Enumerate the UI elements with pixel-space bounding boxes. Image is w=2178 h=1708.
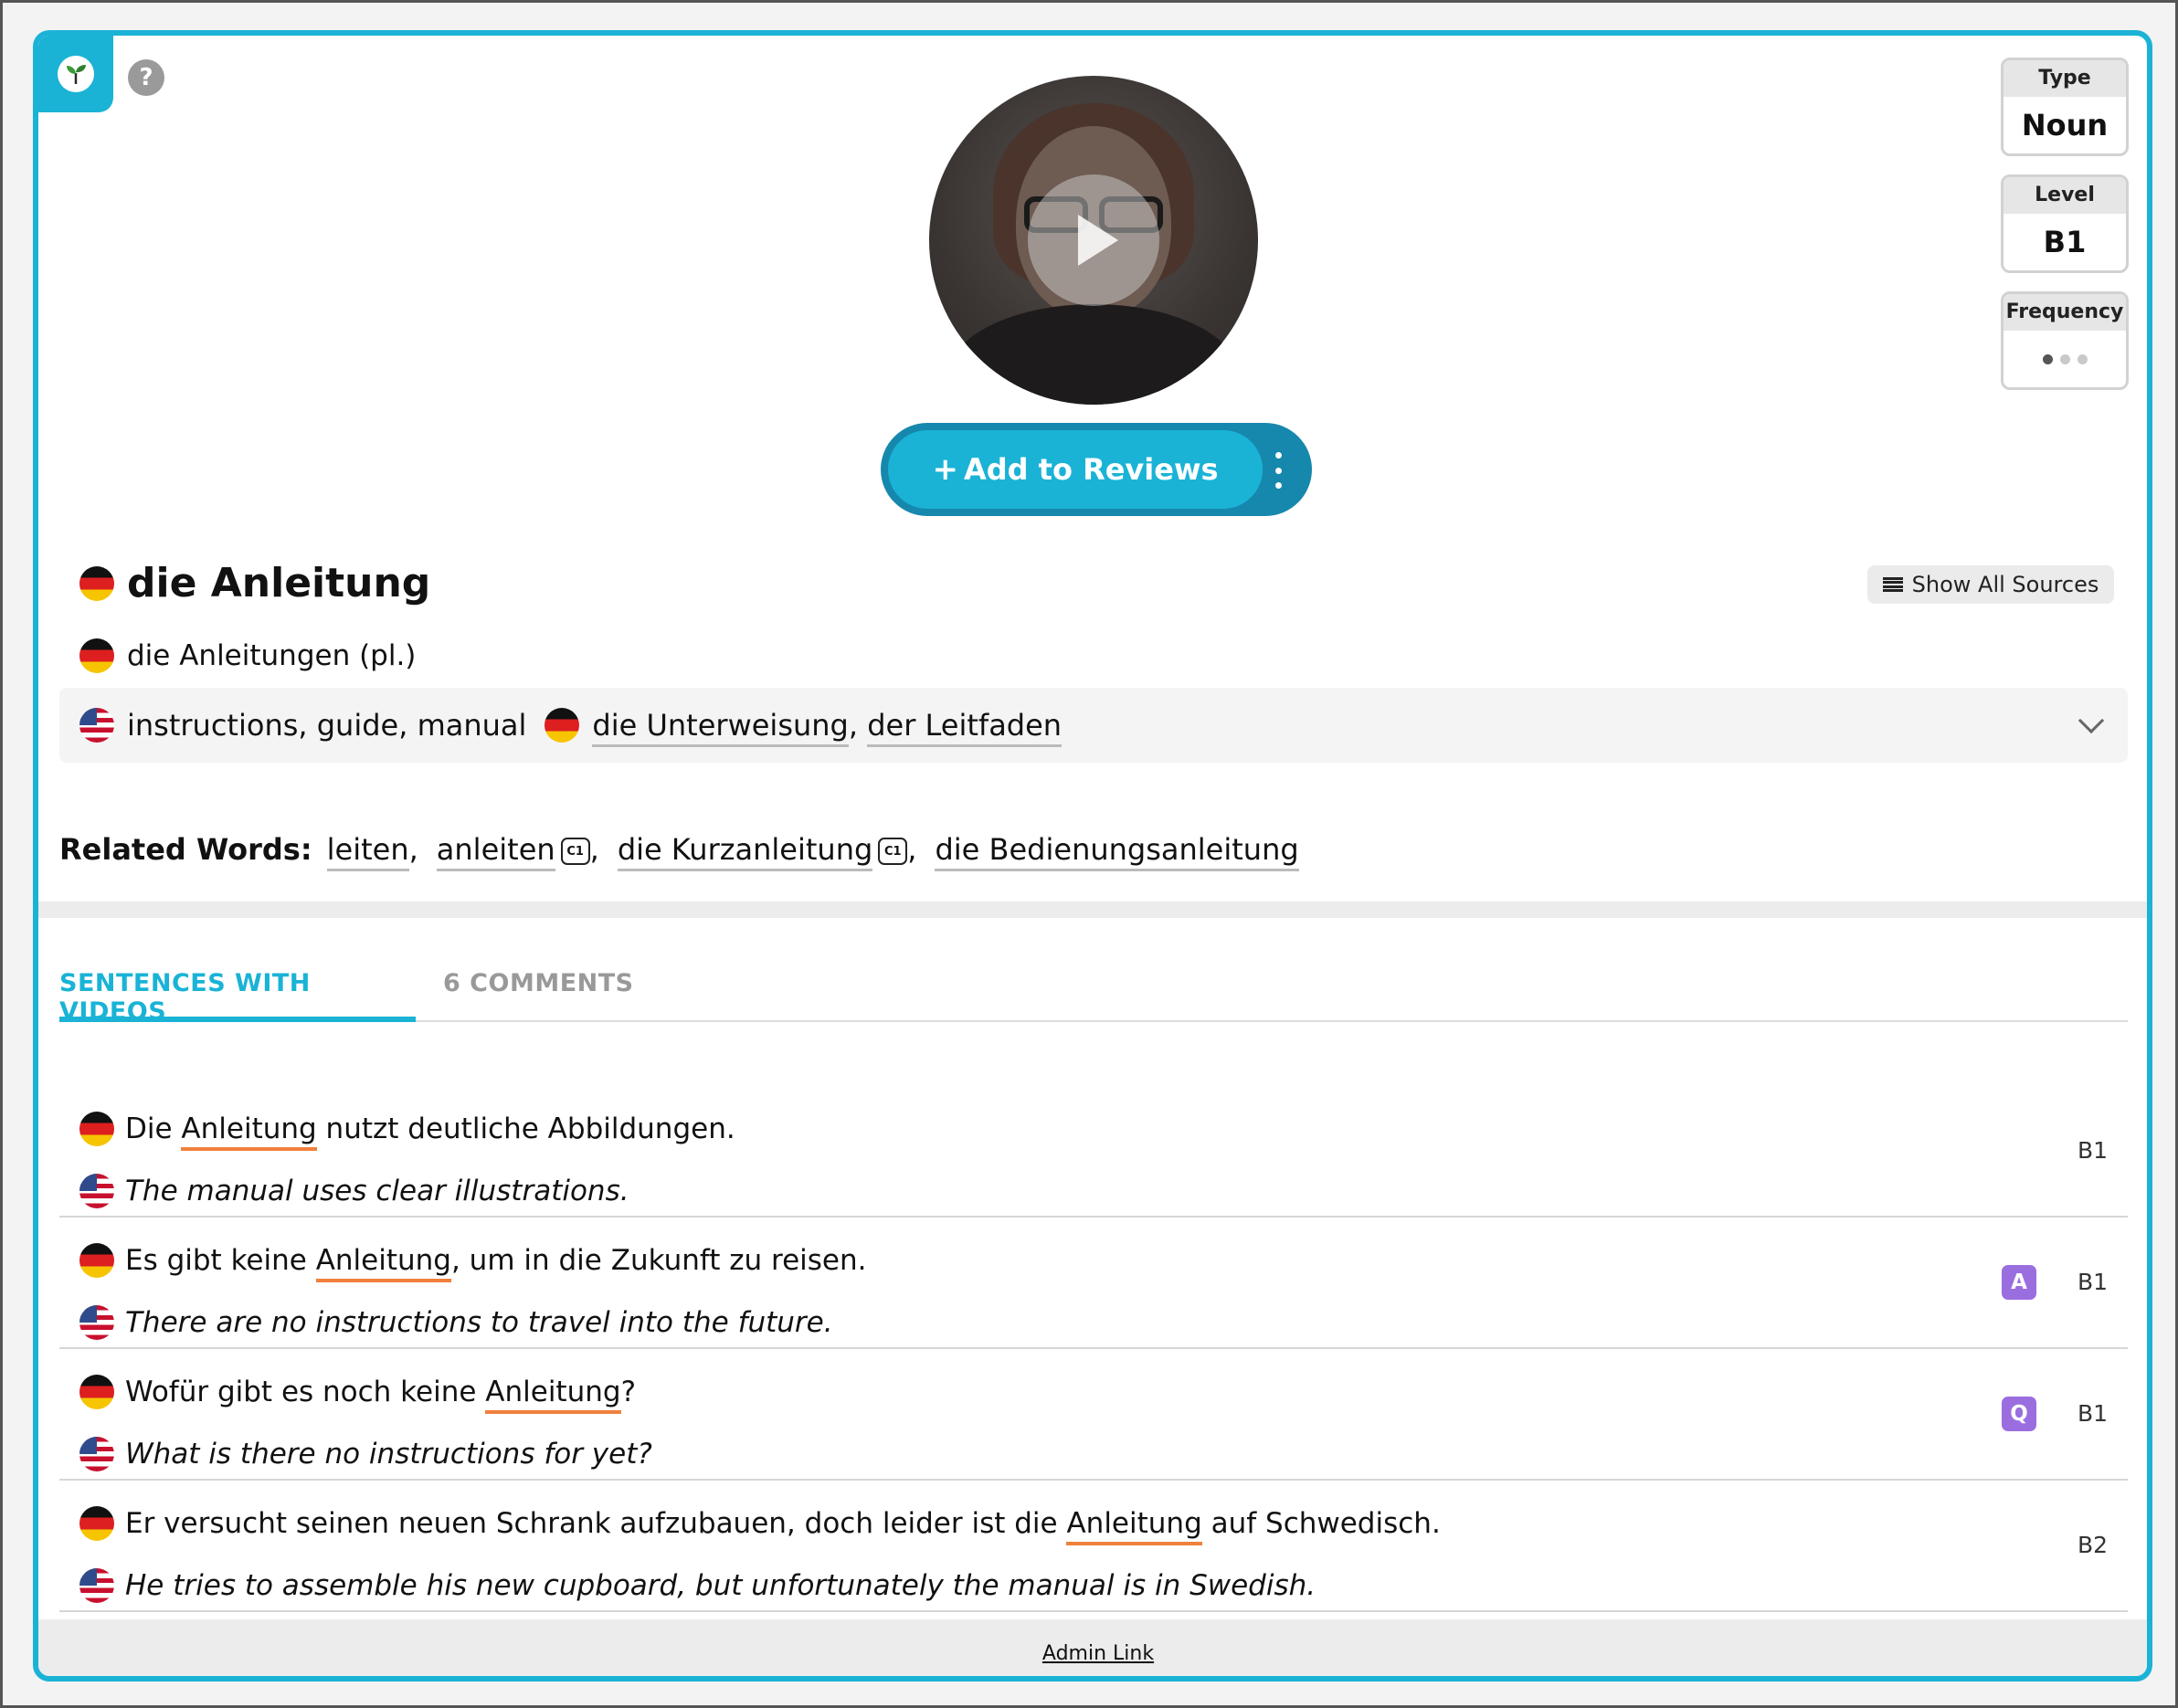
sentence-row[interactable]: Es gibt keine Anleitung, um in die Zukun… xyxy=(59,1218,2128,1349)
german-flag-icon xyxy=(79,565,114,601)
level-badge: C1 xyxy=(560,838,590,865)
translation-text: instructions, guide, manual xyxy=(127,708,527,743)
level-box: Level B1 xyxy=(2001,174,2129,273)
sentence-english: The manual uses clear illustrations. xyxy=(79,1174,629,1208)
sprout-icon xyxy=(58,56,94,92)
sentence-row[interactable]: Er versucht seinen neuen Schrank aufzuba… xyxy=(59,1481,2128,1612)
sentence-english: He tries to assemble his new cupboard, b… xyxy=(79,1568,1316,1603)
level-label: Level xyxy=(2004,177,2126,214)
german-flag-icon xyxy=(79,1243,114,1278)
highlighted-word: Anleitung xyxy=(1066,1507,1202,1545)
level-badge: C1 xyxy=(878,838,908,865)
play-icon[interactable] xyxy=(1028,174,1159,306)
german-flag-icon xyxy=(544,708,580,743)
admin-link[interactable]: Admin Link xyxy=(1042,1642,1154,1665)
section-divider xyxy=(38,901,2147,918)
sentence-german: Er versucht seinen neuen Schrank aufzuba… xyxy=(79,1506,1441,1545)
footer: Admin Link xyxy=(38,1619,2147,1676)
add-to-reviews-group: + Add to Reviews xyxy=(881,423,1312,516)
highlighted-word: Anleitung xyxy=(315,1244,451,1282)
german-flag-icon xyxy=(79,638,114,673)
sentence-level: B2 xyxy=(2077,1532,2108,1558)
us-flag-icon xyxy=(79,708,114,743)
type-box: Type Noun xyxy=(2001,58,2129,156)
add-to-reviews-label: Add to Reviews xyxy=(963,452,1219,487)
related-words-label: Related Words: xyxy=(59,832,312,867)
page: ? + Add to Reviews Type Noun Level B1 Fr… xyxy=(0,0,2178,1708)
related-word-link[interactable]: anleiten xyxy=(436,832,555,871)
german-flag-icon xyxy=(79,1506,114,1541)
german-flag-icon xyxy=(79,1375,114,1409)
avatar-shirt xyxy=(947,304,1240,405)
us-flag-icon xyxy=(79,1305,114,1340)
frequency-dots xyxy=(2004,331,2126,387)
sentence-level: B1 xyxy=(2077,1137,2108,1164)
frequency-box: Frequency xyxy=(2001,291,2129,390)
us-flag-icon xyxy=(79,1174,114,1208)
sentence-german: Die Anleitung nutzt deutliche Abbildunge… xyxy=(79,1112,735,1151)
help-icon[interactable]: ? xyxy=(128,59,164,96)
type-value: Noun xyxy=(2021,108,2109,142)
synonym-link[interactable]: der Leitfaden xyxy=(867,708,1063,747)
frequency-label: Frequency xyxy=(2004,294,2126,331)
sentence-english: There are no instructions to travel into… xyxy=(79,1305,833,1340)
show-all-sources-label: Show All Sources xyxy=(1911,572,2099,597)
plural-row: die Anleitungen (pl.) xyxy=(79,638,416,673)
us-flag-icon xyxy=(79,1437,114,1471)
synonym-link[interactable]: die Unterweisung xyxy=(592,708,849,747)
sentence-badge[interactable]: A xyxy=(2002,1265,2036,1300)
tab-sentences-with-videos[interactable]: SENTENCES WITH VIDEOS xyxy=(59,958,416,1026)
sentence-german: Es gibt keine Anleitung, um in die Zukun… xyxy=(79,1243,867,1282)
sentence-german: Wofür gibt es noch keine Anleitung? xyxy=(79,1375,636,1414)
related-word-link[interactable]: die Kurzanleitung xyxy=(617,832,873,871)
level-value: B1 xyxy=(2043,225,2087,259)
list-icon xyxy=(1882,577,1903,592)
us-flag-icon xyxy=(79,1568,114,1603)
sentence-badge[interactable]: Q xyxy=(2002,1397,2036,1431)
type-label: Type xyxy=(2004,60,2126,97)
tab-bar: SENTENCES WITH VIDEOS 6 COMMENTS xyxy=(59,958,2128,1026)
frequency-dot xyxy=(2077,353,2088,364)
german-flag-icon xyxy=(79,1112,114,1146)
frequency-dot xyxy=(2059,353,2070,364)
headword: die Anleitung xyxy=(127,560,431,606)
video-avatar[interactable] xyxy=(929,76,1258,405)
sentence-row[interactable]: Die Anleitung nutzt deutliche Abbildunge… xyxy=(59,1086,2128,1218)
add-to-reviews-button[interactable]: + Add to Reviews xyxy=(888,430,1263,509)
related-words: Related Words: leiten, anleiten C1, die K… xyxy=(59,832,1299,871)
highlighted-word: Anleitung xyxy=(181,1112,317,1151)
plus-icon: + xyxy=(932,451,958,488)
corner-badge xyxy=(38,36,113,112)
related-word-link[interactable]: die Bedienungsanleitung xyxy=(935,832,1299,871)
word-card: ? + Add to Reviews Type Noun Level B1 Fr… xyxy=(33,30,2152,1682)
chevron-down-icon[interactable] xyxy=(2078,707,2105,734)
sentence-english: What is there no instructions for yet? xyxy=(79,1437,652,1471)
sentence-level: B1 xyxy=(2077,1400,2108,1427)
headword-row: die Anleitung xyxy=(79,560,430,606)
tab-comments[interactable]: 6 COMMENTS xyxy=(443,958,634,1022)
translation-bar[interactable]: instructions, guide, manual die Unterwei… xyxy=(59,688,2128,763)
sentence-level: B1 xyxy=(2077,1269,2108,1295)
kebab-icon[interactable] xyxy=(1274,452,1283,489)
sentence-row[interactable]: Wofür gibt es noch keine Anleitung? What… xyxy=(59,1349,2128,1481)
frequency-dot xyxy=(2042,353,2053,364)
plural-form: die Anleitungen (pl.) xyxy=(127,639,417,672)
show-all-sources-button[interactable]: Show All Sources xyxy=(1867,565,2114,604)
related-word-link[interactable]: leiten xyxy=(326,832,409,871)
highlighted-word: Anleitung xyxy=(485,1376,621,1414)
